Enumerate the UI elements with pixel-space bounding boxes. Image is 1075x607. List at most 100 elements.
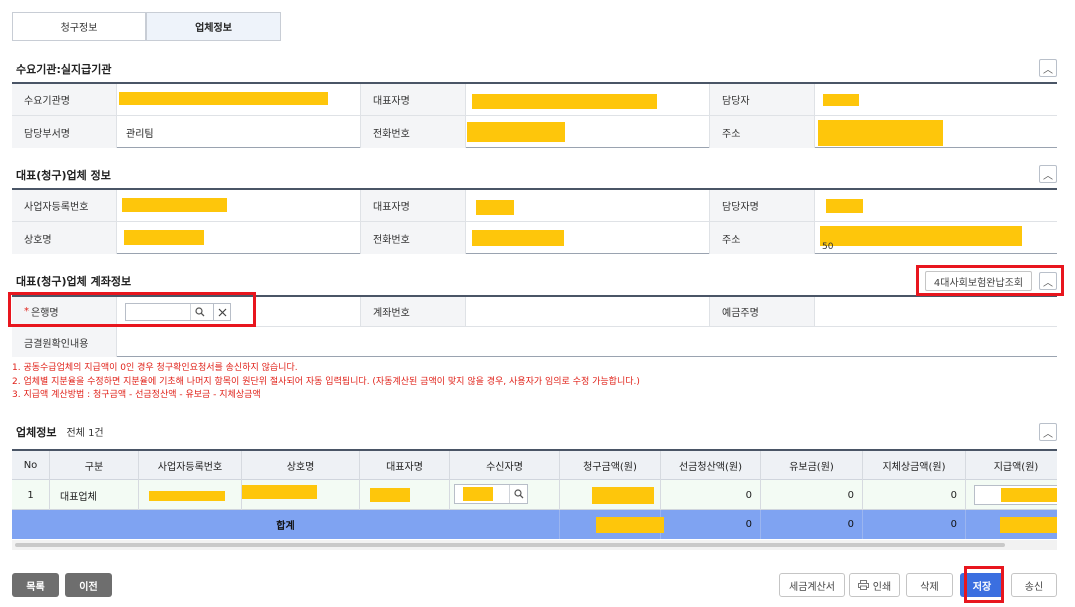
row-advance: 0 <box>661 480 761 510</box>
highlight-inquiry-box <box>916 265 1064 296</box>
row-recipient-cell <box>450 480 560 510</box>
col-advance: 선금청산액(원) <box>661 451 761 480</box>
note-2: 2. 업체별 지분율을 수정하면 지분율에 기초해 나머지 항목이 원단위 절사… <box>12 376 640 387</box>
chevron-up-icon: ︿ <box>1043 428 1053 440</box>
row-rep-cell <box>360 480 450 510</box>
payment-input[interactable] <box>974 485 1057 505</box>
recipient-search-button[interactable] <box>509 485 527 503</box>
row-type: 대표업체 <box>50 480 139 510</box>
col-no: No <box>12 451 50 480</box>
total-row: 합계 0 0 0 <box>12 510 1057 539</box>
redacted-org-name <box>119 92 328 105</box>
vendor-info-row-1: 사업자등록번호 대표자명 담당자명 <box>12 190 1057 222</box>
col-biz-no: 사업자등록번호 <box>139 451 242 480</box>
row-biz-no-cell <box>139 480 242 510</box>
note-1: 1. 공동수급업체의 지급액이 0인 경우 청구확인요청서를 송신하지 않습니다… <box>12 363 298 373</box>
label-dept: 담당부서명 <box>12 116 116 148</box>
col-claim: 청구금액(원) <box>560 451 661 480</box>
redacted-row-claim <box>592 487 654 504</box>
table-row[interactable]: 1 대표업체 0 0 0 <box>12 480 1057 510</box>
redacted-vendor-rep <box>476 200 514 215</box>
horizontal-scrollbar[interactable] <box>12 540 1057 550</box>
row-claim-cell <box>560 480 661 510</box>
redacted-recipient <box>463 487 493 501</box>
demand-org-collapse-button[interactable]: ︿ <box>1039 59 1057 77</box>
col-retention: 유보금(원) <box>761 451 863 480</box>
row-company-cell <box>242 480 360 510</box>
redacted-biz-no <box>122 198 227 212</box>
row-retention: 0 <box>761 480 863 510</box>
redacted-contact-name <box>826 199 863 213</box>
delete-button[interactable]: 삭제 <box>906 573 953 597</box>
vendor-info-title: 대표(청구)업체 정보 <box>16 169 111 182</box>
redacted-row-rep <box>370 488 410 502</box>
label-address: 주소 <box>710 116 814 148</box>
label-depositor: 예금주명 <box>710 297 814 326</box>
label-biz-no: 사업자등록번호 <box>12 190 116 221</box>
scrollbar-thumb[interactable] <box>15 543 1005 547</box>
dept-value: 관리팀 <box>126 128 154 140</box>
vendor-address-suffix: 50 <box>822 242 834 252</box>
col-type: 구분 <box>50 451 139 480</box>
demand-org-table: 수요기관명 대표자명 담당자 담당부서명 관리팀 전화번호 주소 <box>12 82 1057 148</box>
demand-org-title: 수요기관:실지급기관 <box>16 63 112 76</box>
label-vendor-phone: 전화번호 <box>361 222 465 254</box>
col-recipient: 수신자명 <box>450 451 560 480</box>
redacted-address <box>818 120 943 146</box>
grid-header: No 구분 사업자등록번호 상호명 대표자명 수신자명 청구금액(원) 선금청산… <box>12 451 1057 480</box>
vendor-info-collapse-button[interactable]: ︿ <box>1039 165 1057 183</box>
col-company: 상호명 <box>242 451 360 480</box>
printer-icon <box>857 580 869 590</box>
demand-org-row-2: 담당부서명 관리팀 전화번호 주소 <box>12 116 1057 148</box>
total-advance: 0 <box>661 510 761 539</box>
row-payment-cell <box>966 480 1057 510</box>
label-vendor-address: 주소 <box>710 222 814 254</box>
row-delay: 0 <box>863 480 966 510</box>
print-label: 인쇄 <box>872 581 892 593</box>
redacted-company-name <box>124 230 204 245</box>
redacted-total-claim <box>596 517 664 533</box>
redacted-row-company <box>242 485 317 499</box>
total-payment-cell <box>966 510 1057 539</box>
account-title: 대표(청구)업체 계좌정보 <box>16 275 132 288</box>
redacted-payment <box>1001 488 1057 502</box>
vendor-grid: No 구분 사업자등록번호 상호명 대표자명 수신자명 청구금액(원) 선금청산… <box>12 449 1057 540</box>
recipient-input[interactable] <box>454 484 528 504</box>
label-kftc-check: 금결원확인내용 <box>12 327 116 357</box>
chevron-up-icon: ︿ <box>1043 64 1053 76</box>
chevron-up-icon: ︿ <box>1043 170 1053 182</box>
account-row-2: 금결원확인내용 <box>12 327 1057 357</box>
total-label: 합계 <box>12 510 560 539</box>
redacted-vendor-address <box>820 226 1022 246</box>
redacted-vendor-phone <box>472 230 564 246</box>
label-company-name: 상호명 <box>12 222 116 254</box>
vendor-table-collapse-button[interactable]: ︿ <box>1039 423 1057 441</box>
highlight-save-box <box>964 566 1004 603</box>
prev-button[interactable]: 이전 <box>65 573 112 597</box>
label-org-name: 수요기관명 <box>12 84 116 115</box>
tab-billing-info[interactable]: 청구정보 <box>12 12 146 41</box>
print-button[interactable]: 인쇄 <box>849 573 900 597</box>
redacted-row-biz-no <box>149 491 225 501</box>
vendor-info-table: 사업자등록번호 대표자명 담당자명 상호명 전화번호 주소 50 <box>12 188 1057 254</box>
label-manager: 담당자 <box>710 84 814 115</box>
list-button[interactable]: 목록 <box>12 573 59 597</box>
tab-vendor-info[interactable]: 업체정보 <box>146 12 281 41</box>
redacted-manager <box>823 94 859 106</box>
col-rep: 대표자명 <box>360 451 450 480</box>
vendor-info-row-2: 상호명 전화번호 주소 50 <box>12 222 1057 254</box>
redacted-total-payment <box>1000 517 1057 533</box>
demand-org-row-1: 수요기관명 대표자명 담당자 <box>12 84 1057 116</box>
highlight-bank-box <box>8 292 256 327</box>
send-button[interactable]: 송신 <box>1011 573 1057 597</box>
label-contact-name: 담당자명 <box>710 190 814 221</box>
label-rep-name: 대표자명 <box>361 84 465 115</box>
tax-invoice-button[interactable]: 세금계산서 <box>779 573 845 597</box>
notes: 1. 공동수급업체의 지급액이 0인 경우 청구확인요청서를 송신하지 않습니다… <box>12 362 640 403</box>
note-3: 3. 지급액 계산방법 : 청구금액 - 선금정산액 - 유보금 - 지체상금액 <box>12 390 261 400</box>
total-delay: 0 <box>863 510 966 539</box>
label-phone: 전화번호 <box>361 116 465 148</box>
vendor-table-title-text: 업체정보 <box>16 426 57 439</box>
label-account-no: 계좌번호 <box>361 297 465 326</box>
col-payment: 지급액(원) <box>966 451 1057 480</box>
